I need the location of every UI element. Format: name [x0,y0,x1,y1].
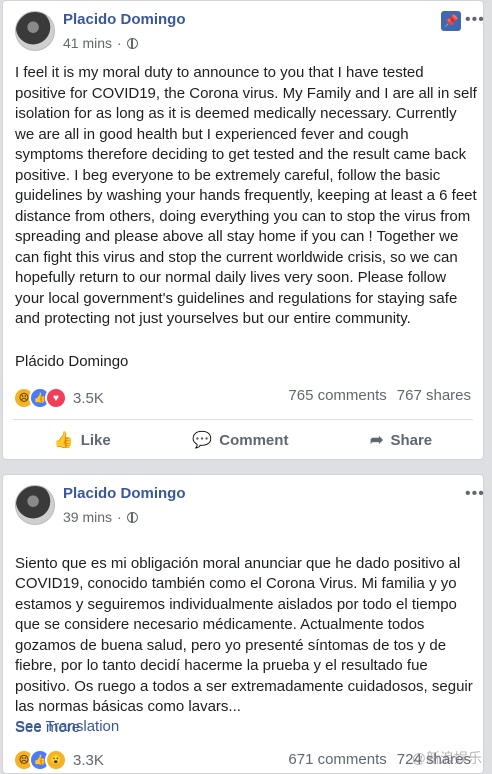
comment-label: Comment [219,432,288,449]
post-signature: Plácido Domingo [15,353,128,370]
globe-icon [127,512,138,523]
avatar[interactable] [15,485,55,525]
post-text: I feel it is my moral duty to announce t… [15,63,477,330]
post-stats: 765 comments 767 shares [288,387,471,404]
timestamp[interactable]: 39 mins [63,509,112,525]
comments-count[interactable]: 765 comments [288,387,386,404]
more-options-icon[interactable]: ••• [465,485,485,503]
share-label: Share [390,432,432,449]
author-name[interactable]: Placido Domingo [63,485,186,502]
thumbs-up-icon: 👍 [54,430,74,450]
comments-count[interactable]: 671 comments [288,751,386,768]
separator-dot: · [117,509,122,525]
post-meta: 41 mins · [63,35,138,51]
post-card: Placido Domingo 39 mins · ••• Siento que… [2,474,484,774]
love-reaction-icon: ♥ [45,387,67,409]
timestamp[interactable]: 41 mins [63,35,112,51]
post-meta: 39 mins · [63,509,138,525]
post-header: Placido Domingo 39 mins · ••• [13,481,473,529]
globe-icon [127,38,138,49]
avatar[interactable] [15,11,55,51]
action-bar: 👍 Like 💬 Comment ➦ Share [13,427,473,453]
share-button[interactable]: ➦ Share [370,430,432,450]
divider [13,419,473,420]
like-label: Like [81,432,111,449]
reactions-summary[interactable]: ☹ 👍 😮 3.3K [13,749,104,771]
see-translation-link[interactable]: See Translation [15,718,119,735]
post-text-content: Siento que es mi obligación moral anunci… [15,555,473,716]
post-header: Placido Domingo 41 mins · 📌 ••• [13,7,473,55]
author-name[interactable]: Placido Domingo [63,11,186,28]
post-card: Placido Domingo 41 mins · 📌 ••• I feel i… [2,0,484,460]
comment-icon: 💬 [192,430,212,450]
separator-dot: · [117,35,122,51]
reactions-count[interactable]: 3.3K [73,752,104,769]
reactions-count[interactable]: 3.5K [73,390,104,407]
comment-button[interactable]: 💬 Comment [192,430,288,450]
reactions-summary[interactable]: ☹ 👍 ♥ 3.5K [13,387,104,409]
more-options-icon[interactable]: ••• [465,11,485,29]
like-button[interactable]: 👍 Like [54,430,111,450]
share-icon: ➦ [370,430,383,450]
watermark: @新浪娱乐 [412,748,482,768]
wow-reaction-icon: 😮 [45,749,67,771]
post-text: Siento que es mi obligación moral anunci… [15,533,477,738]
shares-count[interactable]: 767 shares [397,387,471,404]
pin-icon[interactable]: 📌 [441,11,461,31]
